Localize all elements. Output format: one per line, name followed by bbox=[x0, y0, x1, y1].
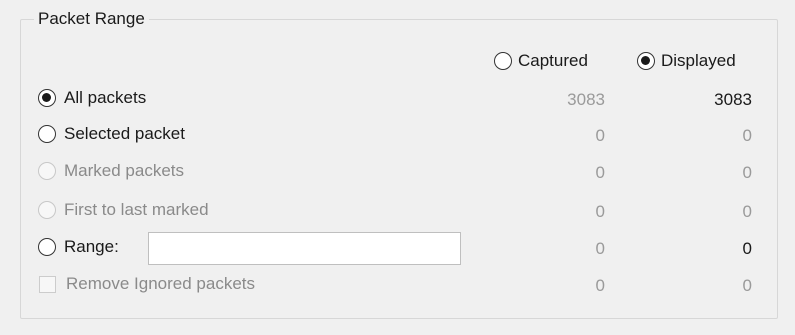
selected-packet-label[interactable]: Selected packet bbox=[64, 123, 185, 145]
selected-packet-radio[interactable] bbox=[38, 125, 56, 143]
first-to-last-marked-label: First to last marked bbox=[64, 200, 209, 219]
selected-packet-captured-count: 0 bbox=[595, 126, 605, 145]
all-packets-label[interactable]: All packets bbox=[64, 87, 146, 109]
range-input[interactable] bbox=[148, 232, 461, 265]
range-displayed-count: 0 bbox=[742, 239, 752, 258]
first-to-last-marked-captured-count: 0 bbox=[595, 202, 605, 221]
range-radio[interactable] bbox=[38, 238, 56, 256]
displayed-radio[interactable] bbox=[637, 52, 655, 70]
range-label[interactable]: Range: bbox=[64, 236, 119, 258]
all-packets-displayed-count: 3083 bbox=[714, 90, 752, 109]
displayed-label[interactable]: Displayed bbox=[661, 50, 736, 72]
range-captured-count: 0 bbox=[595, 239, 605, 258]
marked-packets-label: Marked packets bbox=[64, 161, 184, 180]
remove-ignored-label: Remove Ignored packets bbox=[66, 274, 255, 293]
packet-range-title: Packet Range bbox=[34, 8, 149, 30]
remove-ignored-checkbox bbox=[39, 276, 56, 293]
marked-packets-radio bbox=[38, 162, 56, 180]
first-to-last-marked-radio bbox=[38, 201, 56, 219]
first-to-last-marked-displayed-count: 0 bbox=[742, 202, 752, 221]
marked-packets-displayed-count: 0 bbox=[742, 163, 752, 182]
captured-radio[interactable] bbox=[494, 52, 512, 70]
captured-label[interactable]: Captured bbox=[518, 50, 588, 72]
remove-ignored-displayed-count: 0 bbox=[742, 276, 752, 295]
marked-packets-captured-count: 0 bbox=[595, 163, 605, 182]
all-packets-captured-count: 3083 bbox=[567, 90, 605, 109]
selected-packet-displayed-count: 0 bbox=[742, 126, 752, 145]
remove-ignored-captured-count: 0 bbox=[595, 276, 605, 295]
all-packets-radio[interactable] bbox=[38, 89, 56, 107]
